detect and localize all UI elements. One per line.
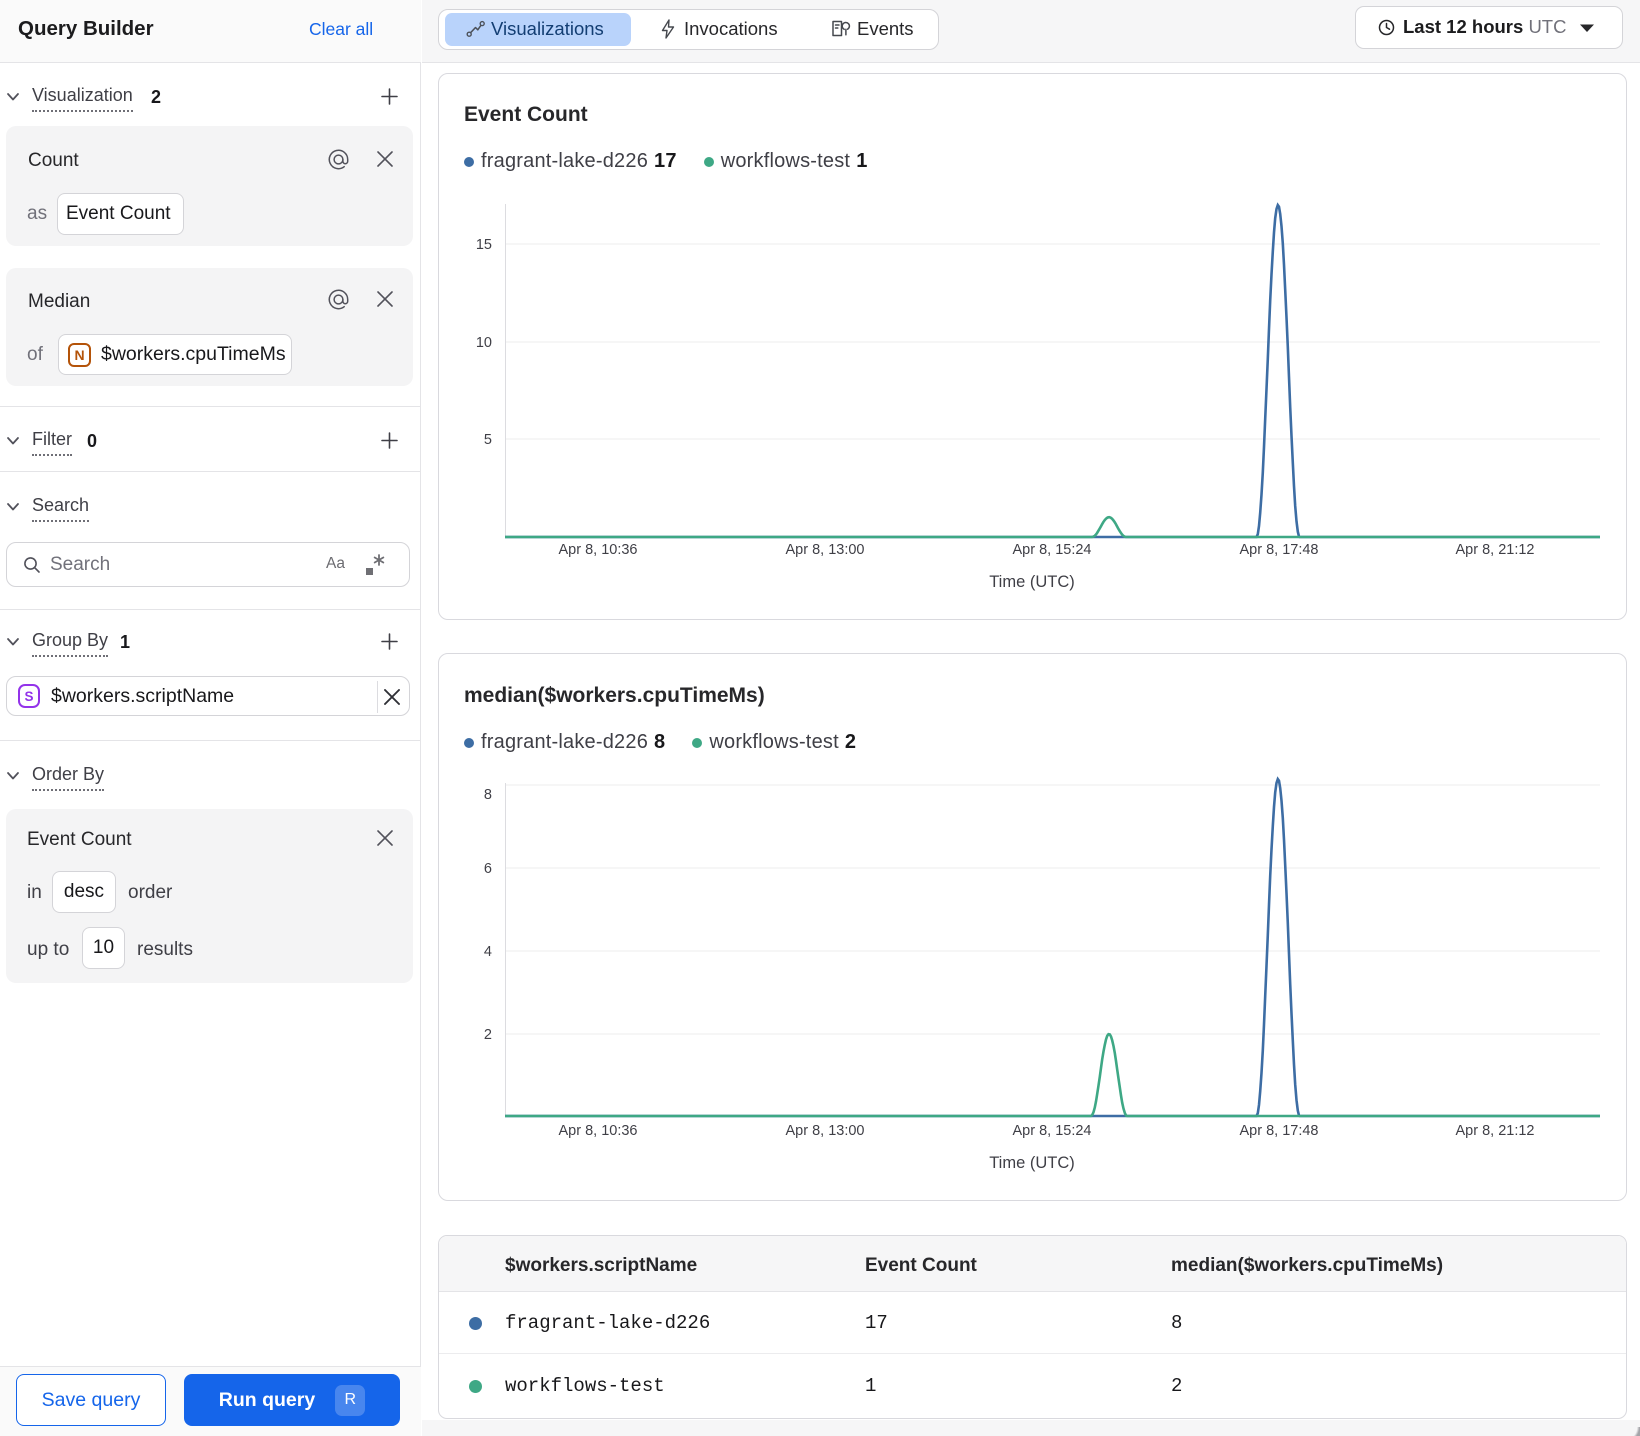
- svg-text:Apr 8, 15:24: Apr 8, 15:24: [1013, 542, 1092, 558]
- svg-text:15: 15: [476, 237, 492, 253]
- svg-text:2: 2: [484, 1027, 492, 1043]
- svg-text:4: 4: [484, 944, 492, 960]
- svg-text:Apr 8, 17:48: Apr 8, 17:48: [1240, 1123, 1319, 1139]
- svg-text:6: 6: [484, 861, 492, 877]
- svg-text:Apr 8, 21:12: Apr 8, 21:12: [1456, 1123, 1535, 1139]
- svg-text:Time (UTC): Time (UTC): [989, 573, 1075, 591]
- svg-text:Apr 8, 10:36: Apr 8, 10:36: [559, 542, 638, 558]
- svg-text:Apr 8, 13:00: Apr 8, 13:00: [786, 1123, 865, 1139]
- svg-text:10: 10: [476, 335, 492, 351]
- svg-text:Apr 8, 13:00: Apr 8, 13:00: [786, 542, 865, 558]
- svg-text:Apr 8, 17:48: Apr 8, 17:48: [1240, 542, 1319, 558]
- svg-text:Apr 8, 15:24: Apr 8, 15:24: [1013, 1123, 1092, 1139]
- svg-text:8: 8: [484, 787, 492, 803]
- svg-text:5: 5: [484, 432, 492, 448]
- svg-text:Time (UTC): Time (UTC): [989, 1154, 1075, 1172]
- svg-text:Apr 8, 10:36: Apr 8, 10:36: [559, 1123, 638, 1139]
- svg-text:Apr 8, 21:12: Apr 8, 21:12: [1456, 542, 1535, 558]
